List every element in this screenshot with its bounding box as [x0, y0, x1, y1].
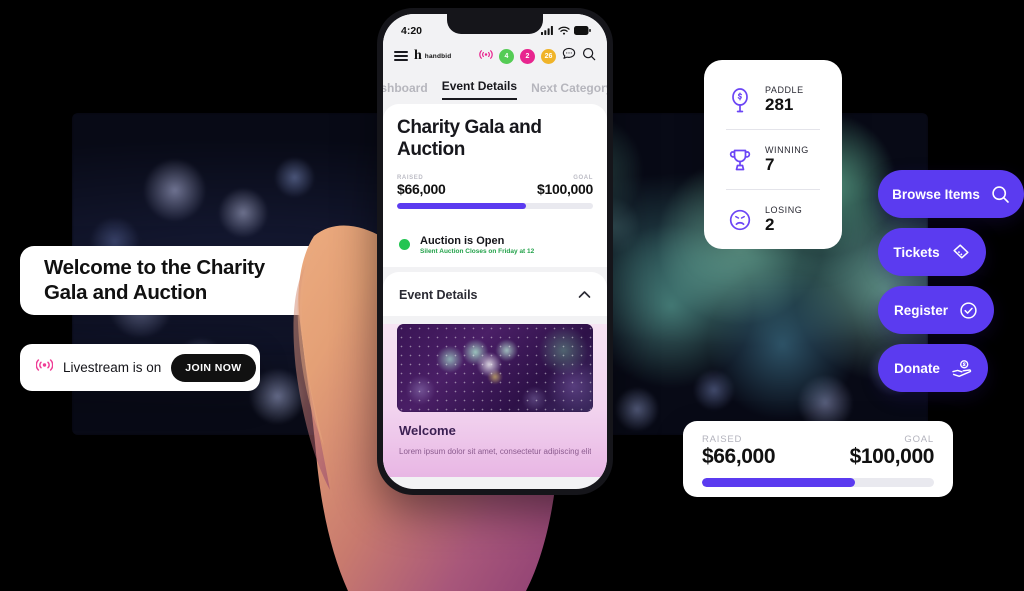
chat-icon[interactable]: [562, 47, 576, 65]
badge-watching[interactable]: 4: [499, 48, 514, 64]
badge-items[interactable]: 26: [541, 48, 556, 64]
welcome-headline-card: Welcome to the Charity Gala and Auction: [20, 246, 325, 315]
raised-label: RAISED: [702, 434, 743, 445]
ticket-icon: [951, 243, 971, 261]
event-header-sheet: Charity Gala and Auction RAISED GOAL $66…: [383, 104, 607, 224]
tab-bar: Dashboard Event Details Next Category: [383, 70, 607, 100]
stat-text-losing: LOSING 2: [765, 204, 802, 235]
welcome-headline-line2: Gala and Auction: [44, 280, 208, 304]
raised-progress-fill: [702, 478, 856, 487]
wifi-icon: [558, 22, 570, 40]
welcome-headline: Welcome to the Charity Gala and Auction: [44, 256, 265, 305]
register-button[interactable]: Register: [878, 286, 994, 334]
welcome-section-title: Welcome: [399, 423, 456, 439]
sad-face-icon: [726, 206, 754, 234]
goal-value: $100,000: [849, 445, 935, 468]
stat-value-losing: 2: [765, 215, 775, 235]
stat-value-paddle: 281: [765, 95, 794, 115]
app-bar: h handbid 4 2 26: [383, 42, 607, 70]
auction-status-text: Auction is Open Silent Auction Closes on…: [420, 234, 534, 255]
handbid-logo-mark: h: [414, 48, 422, 63]
raised-goal-labels: RAISED GOAL: [702, 434, 934, 445]
welcome-headline-line1: Welcome to the Charity: [44, 255, 265, 279]
tickets-button[interactable]: Tickets: [878, 228, 986, 276]
battery-icon: [574, 22, 591, 40]
stat-row-winning: WINNING 7: [704, 132, 842, 187]
badge-losing[interactable]: 2: [520, 48, 535, 64]
screenshot-stage: Welcome to the Charity Gala and Auction …: [0, 0, 1024, 591]
hero-image: [397, 324, 593, 413]
stat-divider-2: [726, 189, 820, 190]
status-bar-indicators: [541, 22, 591, 40]
live-broadcast-icon[interactable]: [479, 47, 493, 65]
tickets-label: Tickets: [893, 244, 940, 260]
broadcast-icon: [35, 358, 54, 377]
browse-items-button[interactable]: Browse Items: [878, 170, 1024, 218]
auction-status-block: Auction is Open Silent Auction Closes on…: [383, 224, 607, 268]
stat-text-winning: WINNING 7: [765, 144, 809, 175]
status-dot-icon: [399, 239, 410, 251]
stat-row-losing: LOSING 2: [704, 192, 842, 247]
welcome-section-wrapper: Welcome Lorem ipsum dolor sit amet, cons…: [383, 324, 607, 478]
welcome-section-body: Lorem ipsum dolor sit amet, consectetur …: [399, 447, 591, 457]
stat-row-paddle: PADDLE 281: [704, 72, 842, 127]
stat-divider-1: [726, 129, 820, 130]
stat-text-paddle: PADDLE 281: [765, 84, 804, 115]
hamburger-icon[interactable]: [394, 51, 408, 61]
sheet-spacer: [397, 209, 593, 217]
search-icon[interactable]: [582, 47, 596, 66]
hand-dollar-icon: [951, 359, 972, 378]
auction-status-headline: Auction is Open: [420, 235, 505, 247]
raised-value: $66,000: [702, 445, 776, 468]
event-details-section-title: Event Details: [399, 288, 478, 303]
livestream-card: Livestream is on JOIN NOW: [20, 344, 260, 391]
event-details-section-header[interactable]: Event Details: [383, 272, 607, 317]
tab-next-category[interactable]: Next Category: [531, 81, 607, 100]
auction-status-subline: Silent Auction Closes on Friday at 12: [420, 248, 535, 256]
raised-goal-values: $66,000 $100,000: [702, 445, 934, 469]
phone-notch: [447, 14, 543, 34]
hero-sparkle-overlay: [397, 324, 593, 413]
paddle-dollar-icon: [726, 86, 754, 114]
donate-button[interactable]: Donate: [878, 344, 988, 392]
event-raised-value: $66,000: [397, 180, 446, 197]
search-icon: [991, 185, 1010, 204]
join-now-button[interactable]: JOIN NOW: [171, 353, 256, 382]
phone-mockup: 4:20 h handbid 4 2 26 shboard Event Deta…: [377, 8, 613, 495]
welcome-section: Welcome Lorem ipsum dolor sit amet, cons…: [383, 412, 607, 457]
check-circle-icon: [959, 301, 978, 320]
tab-dashboard[interactable]: Dashboard: [383, 81, 428, 100]
donate-label: Donate: [894, 360, 940, 376]
livestream-label: Livestream is on: [63, 360, 162, 375]
register-label: Register: [893, 302, 949, 318]
browse-items-label: Browse Items: [892, 186, 980, 202]
status-bar-time: 4:20: [401, 25, 423, 37]
event-goal-value: $100,000: [537, 180, 593, 197]
event-progress-values: $66,000 $100,000: [397, 181, 593, 197]
trophy-icon: [726, 146, 754, 174]
phone-screen: 4:20 h handbid 4 2 26 shboard Event Deta…: [383, 14, 607, 489]
stat-value-winning: 7: [765, 155, 775, 175]
raised-goal-card: RAISED GOAL $66,000 $100,000: [683, 421, 953, 497]
goal-label: GOAL: [904, 434, 934, 445]
chevron-up-icon[interactable]: [578, 286, 591, 304]
signal-icon: [541, 22, 554, 40]
stats-card: PADDLE 281 WINNING 7 LOSING 2: [704, 60, 842, 249]
event-title: Charity Gala and Auction: [397, 117, 542, 161]
tab-event-details[interactable]: Event Details: [441, 79, 518, 100]
handbid-logo[interactable]: h handbid: [414, 49, 451, 63]
raised-progress-bar: [702, 478, 934, 487]
handbid-logo-word: handbid: [424, 52, 452, 60]
